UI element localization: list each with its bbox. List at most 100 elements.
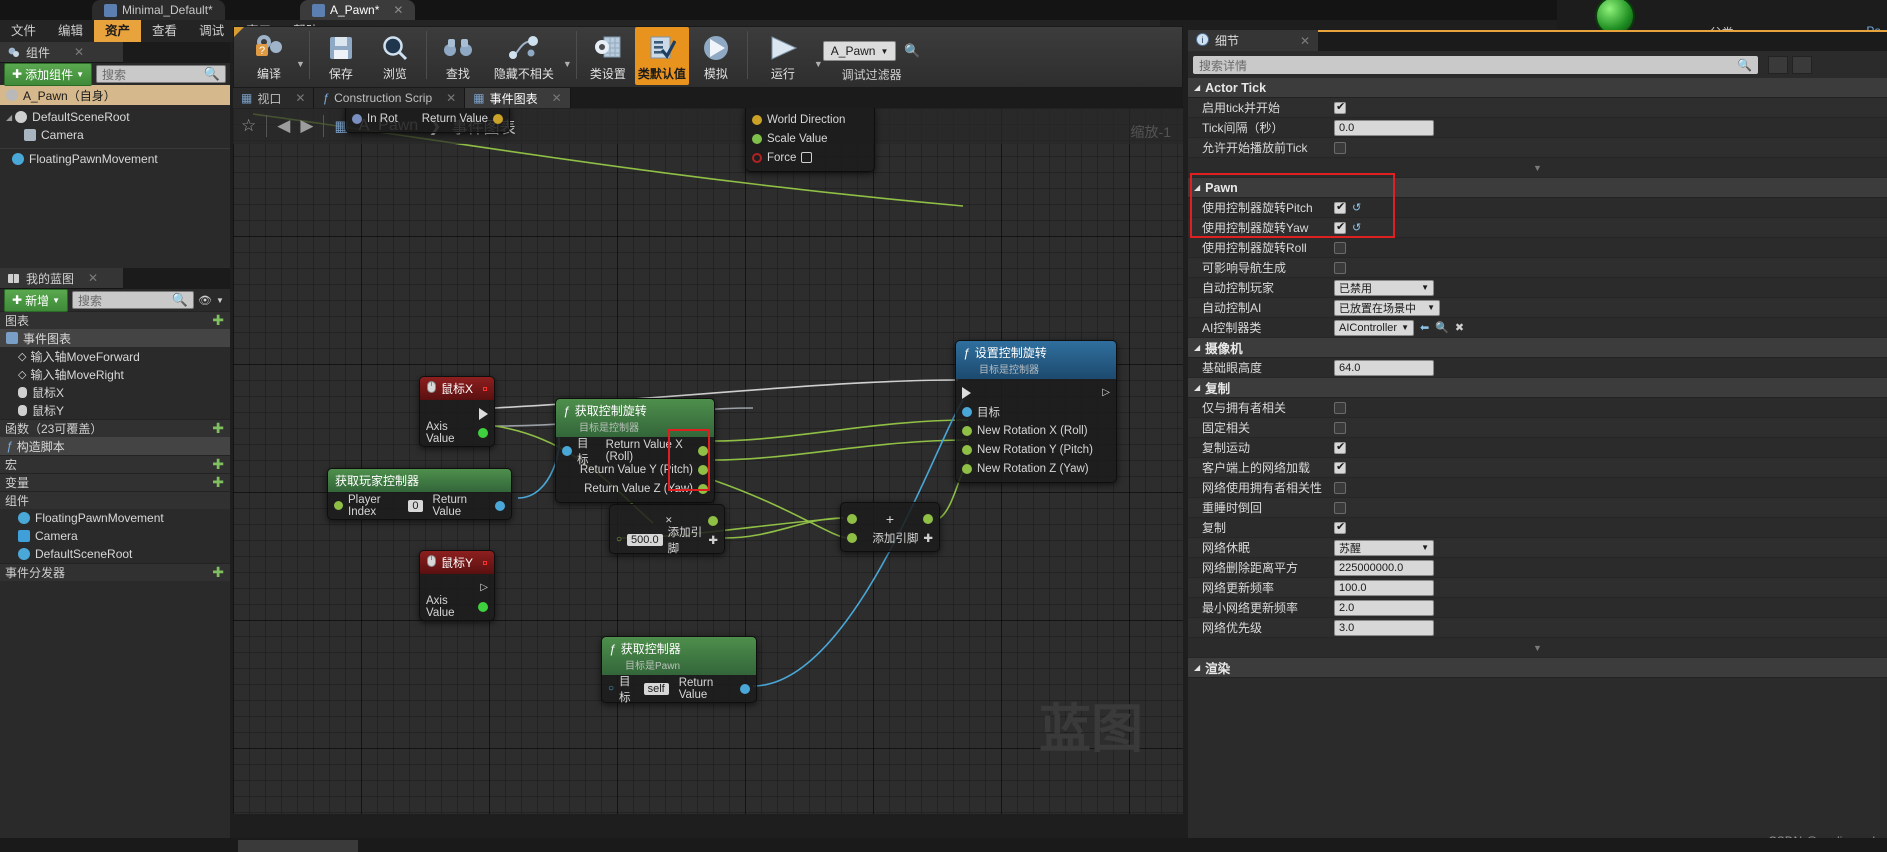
category-collapse-row[interactable]: ▼	[1188, 158, 1887, 178]
pin-row-axis-value[interactable]: Axis Value	[420, 421, 494, 445]
hide-unrelated-caret-icon[interactable]: ▼	[563, 59, 572, 69]
add-variable-icon[interactable]: ✚	[212, 474, 230, 491]
pin-row-return-z[interactable]: Return Value Z (Yaw)	[556, 479, 714, 498]
prop-ai-controller-class[interactable]: AI控制器类 AIController ▼ ⬅ 🔍 ✖	[1188, 318, 1887, 338]
scale-value-pin-icon[interactable]	[752, 133, 762, 144]
pin-row-target[interactable]: 目标 Return Value X (Roll)	[556, 438, 714, 466]
pin-row-literal-value[interactable]: ○ 500.0 添加引脚 ✚	[610, 527, 724, 555]
section-macros[interactable]: 宏 ✚	[0, 455, 230, 473]
add-dispatcher-icon[interactable]: ✚	[212, 564, 230, 581]
close-icon[interactable]: ✕	[1300, 34, 1310, 48]
menu-view[interactable]: 查看	[141, 20, 188, 42]
class-settings-button[interactable]: 类设置	[581, 27, 635, 85]
checkbox[interactable]	[1334, 220, 1346, 234]
details-options-button[interactable]	[1792, 56, 1812, 74]
pin-row-return-y[interactable]: Return Value Y (Pitch)	[556, 460, 714, 479]
text-input[interactable]: 100.0	[1334, 579, 1434, 596]
category-pawn[interactable]: ◢ Pawn	[1188, 178, 1887, 198]
node-get-control-rotation[interactable]: ƒ 获取控制旋转 目标是控制器 目标 Return Value X (Roll)…	[555, 398, 715, 503]
add-pin-icon[interactable]: ✚	[923, 531, 933, 545]
stop-icon[interactable]	[483, 386, 487, 391]
node-add-movement-input-target[interactable]: World Direction Scale Value Force	[745, 108, 875, 172]
debug-filter-dropdown[interactable]: A_Pawn ▼	[822, 41, 897, 61]
add-pin-label[interactable]: 添加引脚	[668, 524, 704, 556]
prop-allow-tick-before-begin-play[interactable]: 允许开始播放前Tick	[1188, 138, 1887, 158]
myblueprint-item-constructionscript[interactable]: ƒ 构造脚本	[0, 437, 230, 455]
class-defaults-button[interactable]: 类默认值	[634, 27, 689, 85]
pin-row-exec[interactable]: ▷	[956, 383, 1116, 402]
prop-replicates[interactable]: 复制	[1188, 518, 1887, 538]
prop-start-with-tick-enabled[interactable]: 启用tick并开始	[1188, 98, 1887, 118]
save-button[interactable]: 保存	[314, 27, 368, 85]
dropdown[interactable]: 已禁用 ▼	[1334, 279, 1434, 296]
exec-out-pin-icon[interactable]	[479, 407, 488, 420]
reset-icon[interactable]: ↺	[1352, 201, 1361, 214]
close-icon[interactable]: ✕	[393, 3, 403, 17]
component-row-a-pawn[interactable]: A_Pawn（自身）	[0, 85, 230, 105]
reset-icon[interactable]: ↺	[1352, 221, 1361, 234]
myblueprint-item-mousey[interactable]: 鼠标Y	[0, 401, 230, 419]
myblueprint-item-floatingpawnmovement[interactable]: FloatingPawnMovement	[0, 509, 230, 527]
expander-icon[interactable]: ◢	[1194, 83, 1200, 92]
literal-in-pin-icon[interactable]: ○	[616, 534, 622, 545]
components-panel-tab[interactable]: 组件 ✕	[0, 42, 123, 63]
prop-use-controller-rotation-pitch[interactable]: 使用控制器旋转Pitch ↺	[1188, 198, 1887, 218]
prop-always-relevant[interactable]: 固定相关	[1188, 418, 1887, 438]
axis-value-pin-icon[interactable]	[478, 601, 488, 612]
dropdown[interactable]: 苏醒 ▼	[1334, 539, 1434, 556]
checkbox[interactable]	[1334, 501, 1346, 514]
pin-row-in-rot[interactable]: In Rot Return Value	[346, 109, 509, 128]
axis-value-pin-icon[interactable]	[478, 427, 488, 438]
add-pin-icon[interactable]: ✚	[708, 533, 718, 547]
target-pin-icon[interactable]	[562, 445, 572, 456]
prop-use-controller-rotation-yaw[interactable]: 使用控制器旋转Yaw ↺	[1188, 218, 1887, 238]
category-collapse-row[interactable]: ▼	[1188, 638, 1887, 658]
checkbox[interactable]	[1334, 520, 1346, 534]
target-pin-icon[interactable]: ○	[608, 683, 614, 694]
close-icon[interactable]: ✕	[446, 91, 456, 105]
text-input[interactable]: 2.0	[1334, 599, 1434, 616]
myblueprint-panel-tab[interactable]: 我的蓝图 ✕	[0, 268, 123, 289]
back-icon[interactable]: ◀	[277, 116, 290, 136]
return-x-pin-icon[interactable]	[698, 445, 708, 456]
target-pin-icon[interactable]	[962, 406, 972, 417]
new-rotation-z-pin-icon[interactable]	[962, 463, 972, 474]
expander-icon[interactable]: ◢	[1194, 343, 1200, 352]
bottom-breadcrumb[interactable]	[238, 840, 358, 852]
checkbox[interactable]	[1334, 460, 1346, 474]
node-add-float[interactable]: + 添加引脚 ✚	[840, 502, 940, 552]
pin-row-axis-value[interactable]: Axis Value	[420, 595, 494, 619]
prop-net-load-on-client[interactable]: 客户端上的网络加载	[1188, 458, 1887, 478]
use-selected-asset-icon[interactable]: ⬅	[1420, 321, 1429, 334]
node-event-mouse-x[interactable]: 鼠标X Axis Value	[419, 376, 495, 447]
node-float-literal[interactable]: ○ 500.0 添加引脚 ✚ ✕	[609, 504, 725, 555]
add-pin-label[interactable]: 添加引脚	[872, 530, 918, 546]
forward-icon[interactable]: ▶	[300, 116, 313, 136]
menu-edit[interactable]: 编辑	[47, 20, 94, 42]
checkbox[interactable]	[1334, 200, 1346, 214]
prop-use-controller-rotation-roll[interactable]: 使用控制器旋转Roll	[1188, 238, 1887, 258]
remove-pin-icon[interactable]: ✕	[665, 515, 673, 526]
pin-row-new-rotation-x[interactable]: New Rotation X (Roll)	[956, 421, 1116, 440]
myblueprint-item-camera[interactable]: Camera	[0, 527, 230, 545]
pin-row-world-direction[interactable]: World Direction	[746, 110, 874, 129]
pin-row-force[interactable]: Force	[746, 148, 874, 167]
force-checkbox[interactable]	[801, 152, 813, 163]
close-icon[interactable]: ✕	[552, 91, 562, 105]
pin-row-add-a[interactable]: +	[841, 509, 939, 528]
myblueprint-item-mousex[interactable]: 鼠标X	[0, 383, 230, 401]
add-graph-icon[interactable]: ✚	[212, 312, 230, 329]
compile-options-caret-icon[interactable]: ▼	[296, 59, 305, 69]
components-search-input[interactable]: 搜索 🔍	[96, 65, 226, 83]
prop-tick-interval[interactable]: Tick间隔（秒） 0.0	[1188, 118, 1887, 138]
section-event-dispatchers[interactable]: 事件分发器 ✚	[0, 563, 230, 581]
myblueprint-item-moveright[interactable]: ◇ 输入轴MoveRight	[0, 365, 230, 383]
component-row-defaultsceneroot[interactable]: ◢ DefaultSceneRoot	[0, 108, 230, 126]
component-row-floatingpawnmovement[interactable]: FloatingPawnMovement	[0, 148, 230, 166]
world-direction-pin-icon[interactable]	[752, 114, 762, 125]
checkbox[interactable]	[1334, 241, 1346, 254]
prop-auto-possess-ai[interactable]: 自动控制AI 已放置在场景中 ▼	[1188, 298, 1887, 318]
node-set-control-rotation[interactable]: ƒ 设置控制旋转 目标是控制器 ▷ 目标 New Rotation X (Rol…	[955, 340, 1117, 483]
checkbox[interactable]	[1334, 100, 1346, 114]
exec-out-pin-icon[interactable]: ▷	[480, 582, 488, 593]
